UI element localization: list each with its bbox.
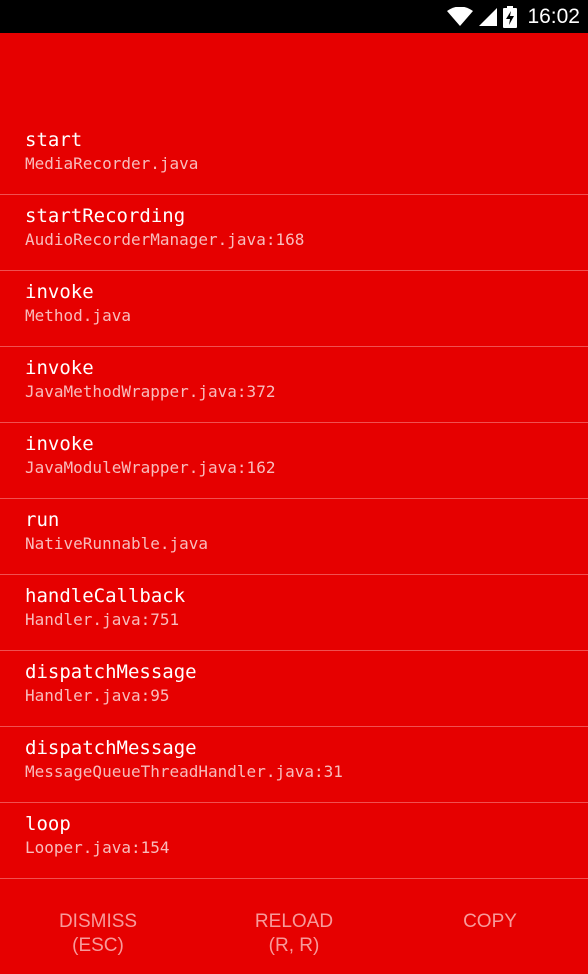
stack-frame[interactable]: invoke JavaModuleWrapper.java:162 xyxy=(0,423,588,499)
clock: 16:02 xyxy=(527,4,580,28)
frame-method: dispatchMessage xyxy=(25,661,197,683)
stack-frame[interactable]: loop Looper.java:154 xyxy=(0,803,588,879)
copy-button[interactable]: COPY xyxy=(392,870,588,974)
frame-file: Handler.java:95 xyxy=(25,686,170,705)
action-bar: DISMISS (ESC) RELOAD (R, R) COPY xyxy=(0,870,588,974)
frame-file: NativeRunnable.java xyxy=(25,534,209,553)
stack-frame[interactable]: dispatchMessage Handler.java:95 xyxy=(0,651,588,727)
frame-method: startRecording xyxy=(25,205,186,227)
frame-file: JavaMethodWrapper.java:372 xyxy=(25,382,276,401)
frame-method: invoke xyxy=(25,357,94,379)
redbox-error-screen: start MediaRecorder.java startRecording … xyxy=(0,33,588,974)
stack-frame[interactable]: run NativeRunnable.java xyxy=(0,499,588,575)
signal-icon xyxy=(479,7,498,27)
frame-method: dispatchMessage xyxy=(25,737,197,759)
status-bar: 16:02 xyxy=(0,0,588,33)
frame-method: invoke xyxy=(25,281,94,303)
reload-label: RELOAD xyxy=(254,911,334,932)
frame-method: start xyxy=(25,129,83,151)
dismiss-button[interactable]: DISMISS (ESC) xyxy=(0,870,196,974)
stack-trace-list[interactable]: start MediaRecorder.java startRecording … xyxy=(0,119,588,879)
status-icons: 16:02 xyxy=(447,0,580,33)
frame-file: AudioRecorderManager.java:168 xyxy=(25,230,305,249)
frame-file: Method.java xyxy=(25,306,131,325)
stack-frame[interactable]: invoke JavaMethodWrapper.java:372 xyxy=(0,347,588,423)
reload-shortcut: (R, R) xyxy=(268,935,320,956)
dismiss-label: DISMISS xyxy=(58,911,138,932)
frame-method: loop xyxy=(25,813,71,835)
wifi-icon xyxy=(447,6,474,27)
frame-method: run xyxy=(25,509,60,531)
stack-frame[interactable]: startRecording AudioRecorderManager.java… xyxy=(0,195,588,271)
stack-frame[interactable]: handleCallback Handler.java:751 xyxy=(0,575,588,651)
stack-frame[interactable]: dispatchMessage MessageQueueThreadHandle… xyxy=(0,727,588,803)
frame-method: handleCallback xyxy=(25,585,186,607)
battery-charging-icon xyxy=(503,5,518,28)
copy-label: COPY xyxy=(463,911,517,932)
dismiss-shortcut: (ESC) xyxy=(72,935,124,956)
frame-file: MessageQueueThreadHandler.java:31 xyxy=(25,762,343,781)
stack-frame[interactable]: start MediaRecorder.java xyxy=(0,119,588,195)
frame-file: JavaModuleWrapper.java:162 xyxy=(25,458,276,477)
frame-file: MediaRecorder.java xyxy=(25,154,199,173)
frame-file: Looper.java:154 xyxy=(25,838,170,857)
reload-button[interactable]: RELOAD (R, R) xyxy=(196,870,392,974)
frame-method: invoke xyxy=(25,433,94,455)
frame-file: Handler.java:751 xyxy=(25,610,180,629)
stack-frame[interactable]: invoke Method.java xyxy=(0,271,588,347)
